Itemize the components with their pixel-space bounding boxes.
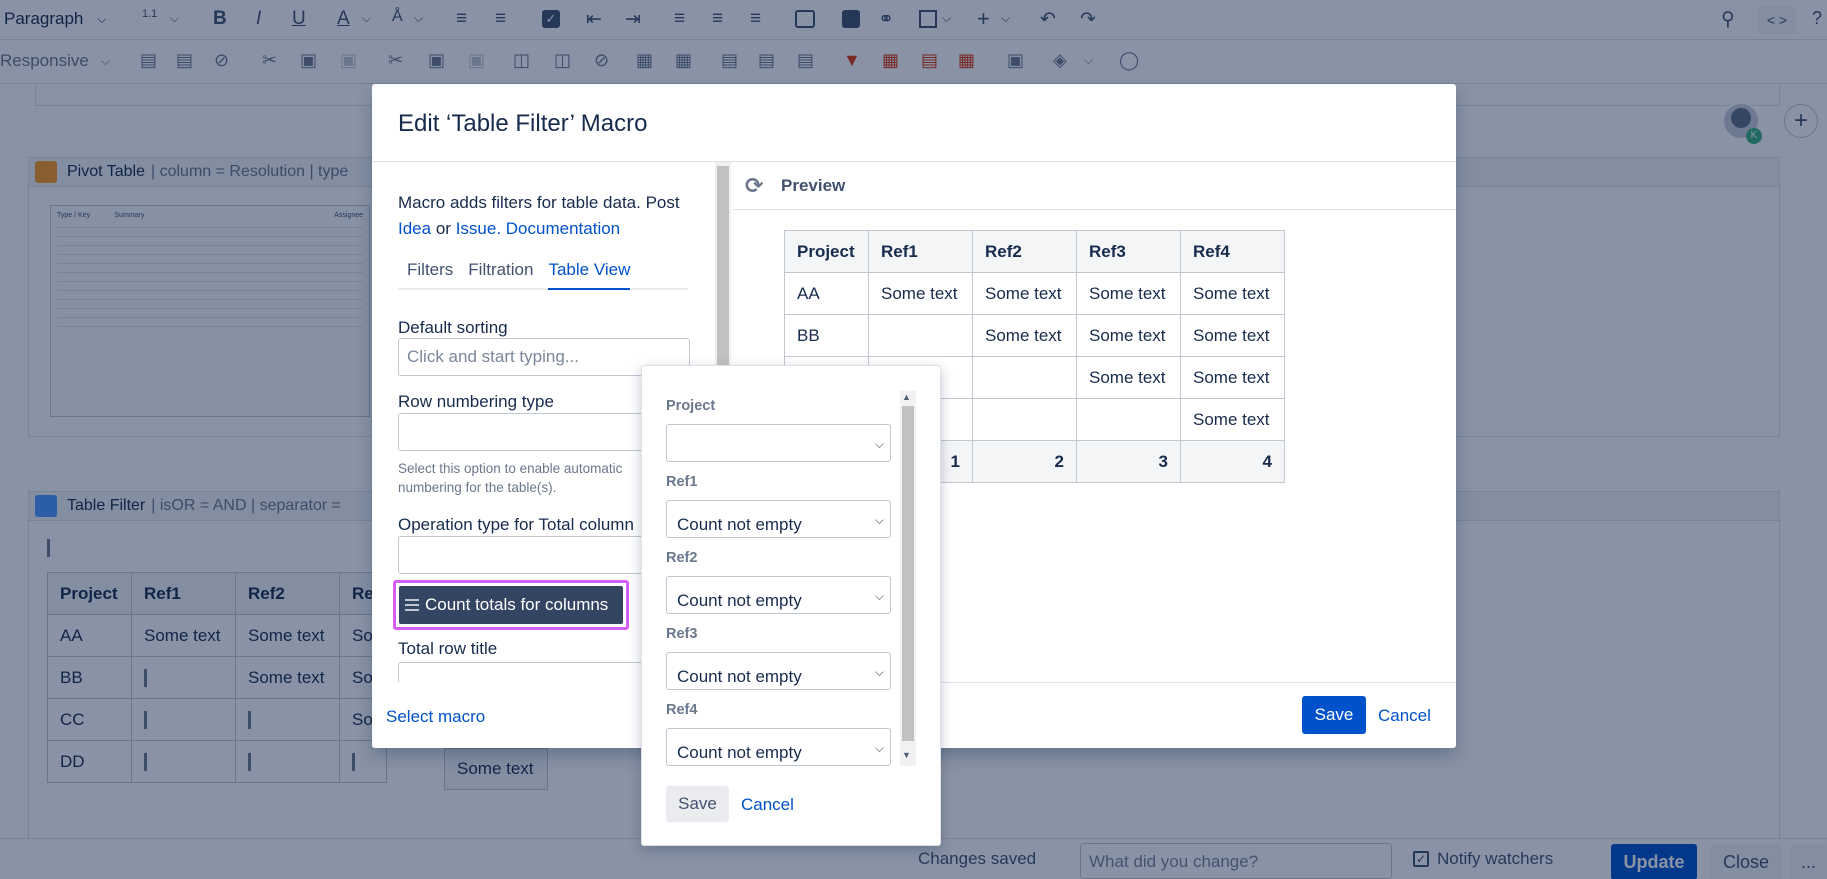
ref3-total-select[interactable]: Count not empty ⌵ (666, 652, 891, 690)
preview-cell (972, 356, 1077, 399)
macro-description: Macro adds filters for table data. Post … (398, 190, 698, 242)
settings-tabs: Filters Filtration Table View (398, 260, 688, 290)
count-totals-button[interactable]: Count totals for columns (399, 586, 623, 624)
ref1-total-select[interactable]: Count not empty ⌵ (666, 500, 891, 538)
preview-cell: AA (784, 272, 869, 315)
tab-filtration[interactable]: Filtration (468, 260, 533, 288)
count-totals-button-highlight[interactable]: Count totals for columns (393, 580, 629, 630)
preview-cell: Some text (1180, 314, 1285, 357)
project-total-select[interactable]: ⌵ (666, 424, 891, 462)
preview-total-cell: 2 (972, 440, 1077, 483)
count-totals-popup: ▲ ▼ Project ⌵ Ref1 Count not empty ⌵ Ref… (641, 365, 941, 846)
ref3-total-value: Count not empty (677, 667, 802, 686)
preview-cell: BB (784, 314, 869, 357)
preview-header-cell: Project (784, 230, 869, 273)
preview-cell (972, 398, 1077, 441)
preview-header-cell: Ref1 (868, 230, 973, 273)
ref3-total-label: Ref3 (666, 626, 698, 642)
preview-cell: Some text (972, 314, 1077, 357)
dialog-title: Edit ‘Table Filter’ Macro (398, 110, 648, 137)
preview-title: Preview (781, 175, 846, 195)
preview-cell (1076, 398, 1181, 441)
preview-header-cell: Ref4 (1180, 230, 1285, 273)
ref2-total-value: Count not empty (677, 591, 802, 610)
dialog-cancel-link[interactable]: Cancel (1378, 706, 1431, 726)
scroll-down-icon[interactable]: ▼ (902, 750, 911, 760)
menu-icon (405, 599, 419, 611)
preview-cell (868, 314, 973, 357)
ref4-total-value: Count not empty (677, 743, 802, 762)
preview-row: AA Some text Some text Some text Some te… (784, 272, 1285, 315)
ref2-total-label: Ref2 (666, 550, 698, 566)
popup-scroll-thumb[interactable] (902, 406, 914, 741)
preview-cell: Some text (1180, 272, 1285, 315)
issue-link[interactable]: Issue. (456, 219, 501, 238)
row-numbering-help: Select this option to enable automatic n… (398, 461, 623, 495)
popup-save-button[interactable]: Save (666, 786, 729, 822)
ref4-total-label: Ref4 (666, 702, 698, 718)
row-numbering-label: Row numbering type (398, 392, 554, 411)
ref4-total-select[interactable]: Count not empty ⌵ (666, 728, 891, 766)
scroll-up-icon[interactable]: ▲ (902, 392, 911, 402)
refresh-icon[interactable]: ⟳ (745, 174, 767, 197)
preview-cell: Some text (1076, 314, 1181, 357)
chevron-down-icon: ⌵ (874, 513, 884, 527)
preview-row: BB Some text Some text Some text (784, 314, 1285, 357)
description-text: Macro adds filters for table data. Post (398, 193, 680, 212)
select-macro-link[interactable]: Select macro (386, 707, 485, 727)
preview-cell: Some text (1076, 272, 1181, 315)
preview-header-row: Project Ref1 Ref2 Ref3 Ref4 (784, 230, 1285, 273)
preview-cell: Some text (1180, 356, 1285, 399)
preview-total-cell: 4 (1180, 440, 1285, 483)
description-or: or (435, 219, 451, 238)
chevron-down-icon: ⌵ (874, 437, 884, 451)
tab-table-view[interactable]: Table View (548, 260, 631, 290)
total-row-title-label: Total row title (398, 639, 498, 658)
documentation-link[interactable]: Documentation (506, 219, 620, 238)
project-total-label: Project (666, 398, 716, 414)
tab-filters[interactable]: Filters (398, 260, 453, 288)
preview-header-cell: Ref3 (1076, 230, 1181, 273)
preview-header-cell: Ref2 (972, 230, 1077, 273)
preview-cell: Some text (1076, 356, 1181, 399)
preview-cell: Some text (972, 272, 1077, 315)
preview-cell: Some text (1180, 398, 1285, 441)
ref1-total-label: Ref1 (666, 474, 698, 490)
chevron-down-icon: ⌵ (874, 589, 884, 603)
ref1-total-value: Count not empty (677, 515, 802, 534)
count-totals-label: Count totals for columns (425, 595, 609, 614)
operation-type-label: Operation type for Total column (398, 515, 634, 534)
preview-cell: Some text (868, 272, 973, 315)
chevron-down-icon: ⌵ (874, 665, 884, 679)
idea-link[interactable]: Idea (398, 219, 431, 238)
ref2-total-select[interactable]: Count not empty ⌵ (666, 576, 891, 614)
dialog-save-button[interactable]: Save (1302, 696, 1366, 734)
preview-header: ⟳ Preview (733, 162, 1456, 210)
popup-cancel-link[interactable]: Cancel (741, 795, 794, 815)
default-sorting-label: Default sorting (398, 318, 508, 337)
preview-total-cell: 3 (1076, 440, 1181, 483)
chevron-down-icon: ⌵ (874, 741, 884, 755)
